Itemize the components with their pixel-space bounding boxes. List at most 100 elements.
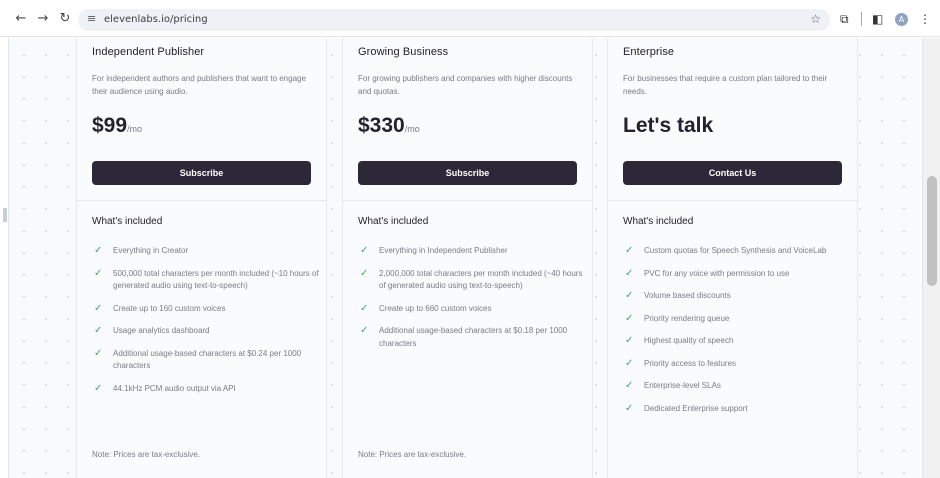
feature-text: Additional usage-based characters at $0.… xyxy=(113,348,302,371)
plan-name: Independent Publisher xyxy=(92,46,205,58)
feature-item: ✓ Everything in Independent Publisher xyxy=(358,245,588,258)
arrow-right-icon[interactable]: → xyxy=(33,9,53,29)
included-heading: What's included xyxy=(623,216,694,227)
feature-text: Everything in Creator xyxy=(113,246,189,255)
address-bar[interactable]: ≡ elevenlabs.io/pricing ☆ xyxy=(78,9,830,31)
feature-item: ✓ Usage analytics dashboard xyxy=(92,325,322,338)
feature-item: ✓ Volume based discounts xyxy=(623,290,853,303)
kebab-menu-icon[interactable]: ⋮ xyxy=(919,10,931,28)
tax-note: Note: Prices are tax-exclusive. xyxy=(92,450,201,459)
feature-text: PVC for any voice with permission to use xyxy=(644,268,790,278)
feature-text: Enterprise-level SLAs xyxy=(644,381,721,390)
feature-text: Create up to 660 custom voices xyxy=(379,303,492,313)
plan-name: Growing Business xyxy=(358,46,449,58)
feature-item: ✓ 2,000,000 total characters per month in… xyxy=(358,268,588,293)
feature-text: Highest quality of speech xyxy=(644,336,734,345)
scrollbar-thumb[interactable] xyxy=(927,176,937,286)
tax-note: Note: Prices are tax-exclusive. xyxy=(358,450,467,459)
check-icon: ✓ xyxy=(94,325,103,336)
price-unit: /mo xyxy=(127,124,143,134)
left-gutter xyxy=(0,38,9,478)
star-icon[interactable]: ☆ xyxy=(810,12,821,26)
plan-card-independent-publisher: Independent Publisher For independent au… xyxy=(76,38,327,478)
card-divider xyxy=(77,200,326,201)
feature-text: Custom quotas for Speech Synthesis and V… xyxy=(644,246,827,255)
page-viewport: Independent Publisher For independent au… xyxy=(9,38,921,478)
subscribe-button[interactable]: Subscribe xyxy=(92,161,311,185)
feature-text: Usage analytics dashboard xyxy=(113,326,210,335)
avatar[interactable]: A xyxy=(895,13,908,26)
plan-price: Let's talk xyxy=(623,114,713,138)
feature-item: ✓ PVC for any voice with permission to us… xyxy=(623,268,853,281)
feature-text: 500,000 total characters per month inclu… xyxy=(113,268,319,291)
feature-item: ✓ Additional usage-based characters at $0… xyxy=(358,325,588,350)
feature-item: ✓ Priority rendering queue xyxy=(623,313,853,326)
check-icon: ✓ xyxy=(94,382,103,394)
feature-item: ✓ Priority access to features xyxy=(623,358,853,371)
price-unit: /mo xyxy=(404,124,420,134)
check-icon: ✓ xyxy=(360,245,369,256)
check-icon: ✓ xyxy=(360,325,369,336)
plan-card-growing-business: Growing Business For growing publishers … xyxy=(342,38,593,478)
feature-item: ✓ Create up to 160 custom voices xyxy=(92,303,322,316)
price-value: Let's talk xyxy=(623,114,714,137)
check-icon: ✓ xyxy=(360,302,369,314)
included-heading: What's included xyxy=(358,216,429,227)
feature-text: Priority rendering queue xyxy=(644,313,730,323)
check-icon: ✓ xyxy=(625,267,634,279)
check-icon: ✓ xyxy=(625,245,634,256)
check-icon: ✓ xyxy=(625,380,634,391)
toolbar-divider xyxy=(861,12,862,26)
feature-list: ✓ Everything in Independent Publisher ✓ 2,… xyxy=(358,245,588,360)
arrow-left-icon[interactable]: ← xyxy=(11,9,31,29)
plan-price: $330/mo xyxy=(358,114,420,138)
puzzle-icon[interactable]: ⧉ xyxy=(840,10,849,28)
feature-item: ✓ Highest quality of speech xyxy=(623,335,853,348)
feature-item: ✓ Additional usage-based characters at $0… xyxy=(92,348,322,373)
card-divider xyxy=(608,200,857,201)
url-text[interactable]: elevenlabs.io/pricing xyxy=(104,14,208,25)
feature-text: Volume based discounts xyxy=(644,291,731,300)
price-value: $330 xyxy=(358,114,405,137)
plan-price: $99/mo xyxy=(92,114,142,138)
feature-text: Create up to 160 custom voices xyxy=(113,303,226,313)
left-gutter-marker xyxy=(3,208,7,222)
check-icon: ✓ xyxy=(625,335,634,346)
check-icon: ✓ xyxy=(94,347,103,359)
feature-list: ✓ Everything in Creator ✓ 500,000 total ch… xyxy=(92,245,322,405)
plan-description: For independent authors and publishers t… xyxy=(92,74,306,96)
vertical-scrollbar[interactable] xyxy=(922,38,940,478)
check-icon: ✓ xyxy=(360,267,369,279)
feature-item: ✓ Create up to 660 custom voices xyxy=(358,303,588,316)
price-value: $99 xyxy=(92,114,128,137)
included-heading: What's included xyxy=(92,216,163,227)
check-icon: ✓ xyxy=(625,312,634,324)
plan-name: Enterprise xyxy=(623,46,675,58)
feature-text: Additional usage-based characters at $0.… xyxy=(379,326,568,348)
contact-us-button[interactable]: Contact Us xyxy=(623,161,842,185)
subscribe-button[interactable]: Subscribe xyxy=(358,161,577,185)
feature-text: Priority access to features xyxy=(644,358,737,368)
feature-item: ✓ 44.1kHz PCM audio output via API xyxy=(92,383,322,396)
check-icon: ✓ xyxy=(625,290,634,301)
reload-icon[interactable]: ↻ xyxy=(55,9,75,29)
check-icon: ✓ xyxy=(94,267,103,279)
feature-item: ✓ 500,000 total characters per month incl… xyxy=(92,268,322,293)
browser-toolbar: ← → ↻ ≡ elevenlabs.io/pricing ☆ ⧉ ◧ A ⋮ xyxy=(0,0,940,37)
plan-description: For growing publishers and companies wit… xyxy=(358,74,573,96)
feature-text: 44.1kHz PCM audio output via API xyxy=(113,383,236,393)
check-icon: ✓ xyxy=(94,245,103,256)
plan-description: For businesses that require a custom pla… xyxy=(623,74,828,96)
check-icon: ✓ xyxy=(625,357,634,369)
feature-item: ✓ Enterprise-level SLAs xyxy=(623,380,853,393)
card-divider xyxy=(343,200,592,201)
feature-item: ✓ Custom quotas for Speech Synthesis and … xyxy=(623,245,853,258)
side-panel-icon[interactable]: ◧ xyxy=(872,10,883,28)
feature-text: Dedicated Enterprise support xyxy=(644,403,748,413)
tune-icon[interactable]: ≡ xyxy=(87,12,96,25)
feature-text: 2,000,000 total characters per month inc… xyxy=(379,268,583,291)
feature-text: Everything in Independent Publisher xyxy=(379,246,508,255)
plan-card-enterprise: Enterprise For businesses that require a… xyxy=(607,38,858,478)
feature-item: ✓ Everything in Creator xyxy=(92,245,322,258)
feature-list: ✓ Custom quotas for Speech Synthesis and … xyxy=(623,245,853,425)
